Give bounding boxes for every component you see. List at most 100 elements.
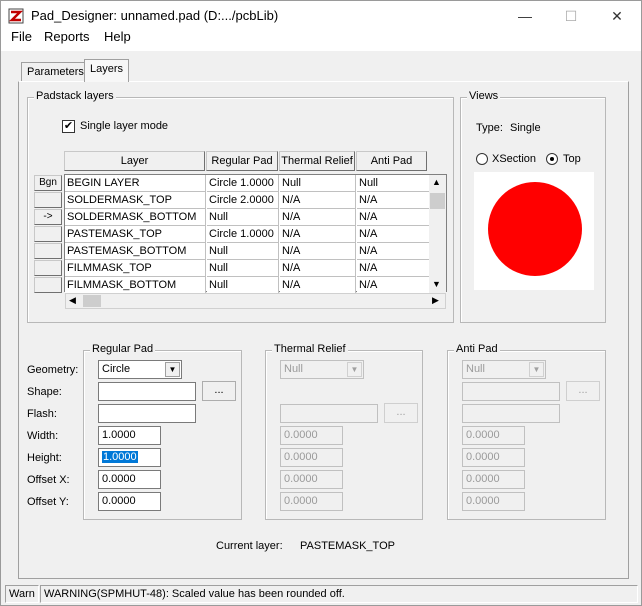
regular-width-field[interactable]: 1.0000 (98, 426, 161, 445)
regular-shape-browse-button[interactable]: ... (202, 381, 236, 401)
layer-cell[interactable]: SOLDERMASK_BOTTOM (65, 209, 206, 226)
radio-selected-dot (550, 157, 554, 161)
column-header-layer[interactable]: Layer (64, 151, 205, 171)
row-selector-button[interactable] (34, 243, 62, 259)
anti-pad-cell[interactable]: N/A (357, 277, 430, 294)
row-selector-button[interactable] (34, 226, 62, 242)
layer-cell[interactable]: FILMMASK_TOP (65, 260, 206, 277)
anti-offset-y-field[interactable]: 0.0000 (462, 492, 525, 511)
status-mode: Warn (5, 585, 39, 603)
anti-pad-cell[interactable]: N/A (357, 192, 430, 209)
regular-pad-cell[interactable]: Null (207, 209, 279, 226)
regular-pad-cell[interactable]: Null (207, 260, 279, 277)
thermal-geometry-value: Null (284, 363, 303, 375)
close-button[interactable]: ✕ (594, 1, 640, 31)
scroll-up-icon[interactable]: ▲ (432, 177, 441, 187)
scroll-right-icon[interactable]: ▶ (432, 295, 439, 306)
thermal-browse-button[interactable]: ... (384, 403, 418, 423)
regular-pad-cell[interactable]: Null (207, 243, 279, 260)
thermal-relief-cell[interactable]: N/A (280, 209, 356, 226)
regular-pad-cell[interactable]: Null (207, 277, 279, 294)
layer-cell[interactable]: BEGIN LAYER (65, 175, 206, 192)
regular-height-field[interactable]: 1.0000 (98, 448, 161, 467)
views-label: Views (467, 90, 501, 102)
pad-designer-app-icon (8, 8, 24, 24)
vertical-scroll-thumb[interactable] (430, 193, 445, 209)
layers-horizontal-scrollbar[interactable]: ◀ ▶ (65, 293, 446, 309)
width-label: Width: (27, 430, 59, 442)
view-type-label: Type: (476, 122, 503, 134)
layers-vertical-scrollbar[interactable]: ▲ ▼ (429, 175, 446, 293)
row-selector-button[interactable] (34, 277, 62, 293)
anti-pad-cell[interactable]: N/A (357, 260, 430, 277)
anti-flash-field[interactable] (462, 404, 560, 423)
layer-cell[interactable]: PASTEMASK_TOP (65, 226, 206, 243)
thermal-relief-cell[interactable]: N/A (280, 277, 356, 294)
xsection-label: XSection (492, 153, 537, 165)
tab-layers[interactable]: Layers (84, 59, 130, 82)
row-selector-button[interactable]: -> (34, 209, 62, 225)
anti-shape-field[interactable] (462, 382, 560, 401)
regular-pad-cell[interactable]: Circle 1.0000 (207, 175, 279, 192)
thermal-flash-field[interactable] (280, 404, 378, 423)
anti-browse-button[interactable]: ... (566, 381, 600, 401)
thermal-relief-cell[interactable]: N/A (280, 226, 356, 243)
thermal-relief-cell[interactable]: N/A (280, 243, 356, 260)
anti-pad-label: Anti Pad (454, 343, 500, 355)
thermal-relief-label: Thermal Relief (272, 343, 348, 355)
anti-geometry-select[interactable]: Null ▼ (462, 360, 546, 379)
regular-pad-cell[interactable]: Circle 1.0000 (207, 226, 279, 243)
minimize-button[interactable]: — (502, 1, 548, 31)
regular-geometry-value: Circle (102, 363, 131, 375)
thermal-relief-cell[interactable]: N/A (280, 192, 356, 209)
single-layer-mode-checkbox[interactable]: ✔ (62, 120, 75, 133)
thermal-offset-y-field[interactable]: 0.0000 (280, 492, 343, 511)
thermal-height-field[interactable]: 0.0000 (280, 448, 343, 467)
anti-pad-cell[interactable]: N/A (357, 243, 430, 260)
regular-pad-label: Regular Pad (90, 343, 156, 355)
menu-reports[interactable]: Reports (42, 29, 92, 44)
regular-offset-y-field[interactable]: 0.0000 (98, 492, 161, 511)
layer-cell[interactable]: SOLDERMASK_TOP (65, 192, 206, 209)
thermal-relief-cell[interactable]: Null (280, 175, 356, 192)
anti-width-field[interactable]: 0.0000 (462, 426, 525, 445)
anti-pad-cell[interactable]: N/A (357, 209, 430, 226)
layer-cell[interactable]: PASTEMASK_BOTTOM (65, 243, 206, 260)
shape-label: Shape: (27, 386, 62, 398)
column-header-thermal-relief[interactable]: Thermal Relief (279, 151, 355, 171)
tab-parameters[interactable]: Parameters (21, 62, 90, 82)
padstack-layers-label: Padstack layers (34, 90, 116, 102)
layers-grid: BEGIN LAYER Circle 1.0000 Null Null SOLDERMA… (64, 174, 447, 294)
anti-offset-x-field[interactable]: 0.0000 (462, 470, 525, 489)
row-selector-button[interactable] (34, 192, 62, 208)
menu-help[interactable]: Help (102, 29, 133, 44)
column-header-regular-pad[interactable]: Regular Pad (206, 151, 278, 171)
regular-geometry-select[interactable]: Circle ▼ (98, 360, 182, 379)
thermal-width-field[interactable]: 0.0000 (280, 426, 343, 445)
menu-file[interactable]: File (9, 29, 34, 44)
pad-circle-shape (488, 182, 582, 276)
horizontal-scroll-thumb[interactable] (83, 295, 101, 307)
row-selector-button[interactable] (34, 260, 62, 276)
thermal-geometry-select[interactable]: Null ▼ (280, 360, 364, 379)
top-view-radio[interactable] (546, 153, 558, 165)
maximize-icon: ☐ (564, 7, 578, 24)
xsection-radio[interactable] (476, 153, 488, 165)
regular-shape-field[interactable] (98, 382, 196, 401)
regular-pad-cell[interactable]: Circle 2.0000 (207, 192, 279, 209)
regular-flash-field[interactable] (98, 404, 196, 423)
anti-pad-cell[interactable]: Null (357, 175, 430, 192)
scroll-down-icon[interactable]: ▼ (432, 279, 441, 289)
column-header-anti-pad[interactable]: Anti Pad (356, 151, 427, 171)
begin-row-header[interactable]: Bgn (34, 175, 62, 191)
anti-geometry-value: Null (466, 363, 485, 375)
scroll-left-icon[interactable]: ◀ (69, 295, 76, 306)
regular-offset-x-field[interactable]: 0.0000 (98, 470, 161, 489)
anti-pad-cell[interactable]: N/A (357, 226, 430, 243)
layer-cell[interactable]: FILMMASK_BOTTOM (65, 277, 206, 294)
anti-height-field[interactable]: 0.0000 (462, 448, 525, 467)
single-layer-mode-label: Single layer mode (80, 120, 169, 132)
maximize-button[interactable]: ☐ (548, 1, 594, 31)
thermal-offset-x-field[interactable]: 0.0000 (280, 470, 343, 489)
thermal-relief-cell[interactable]: N/A (280, 260, 356, 277)
